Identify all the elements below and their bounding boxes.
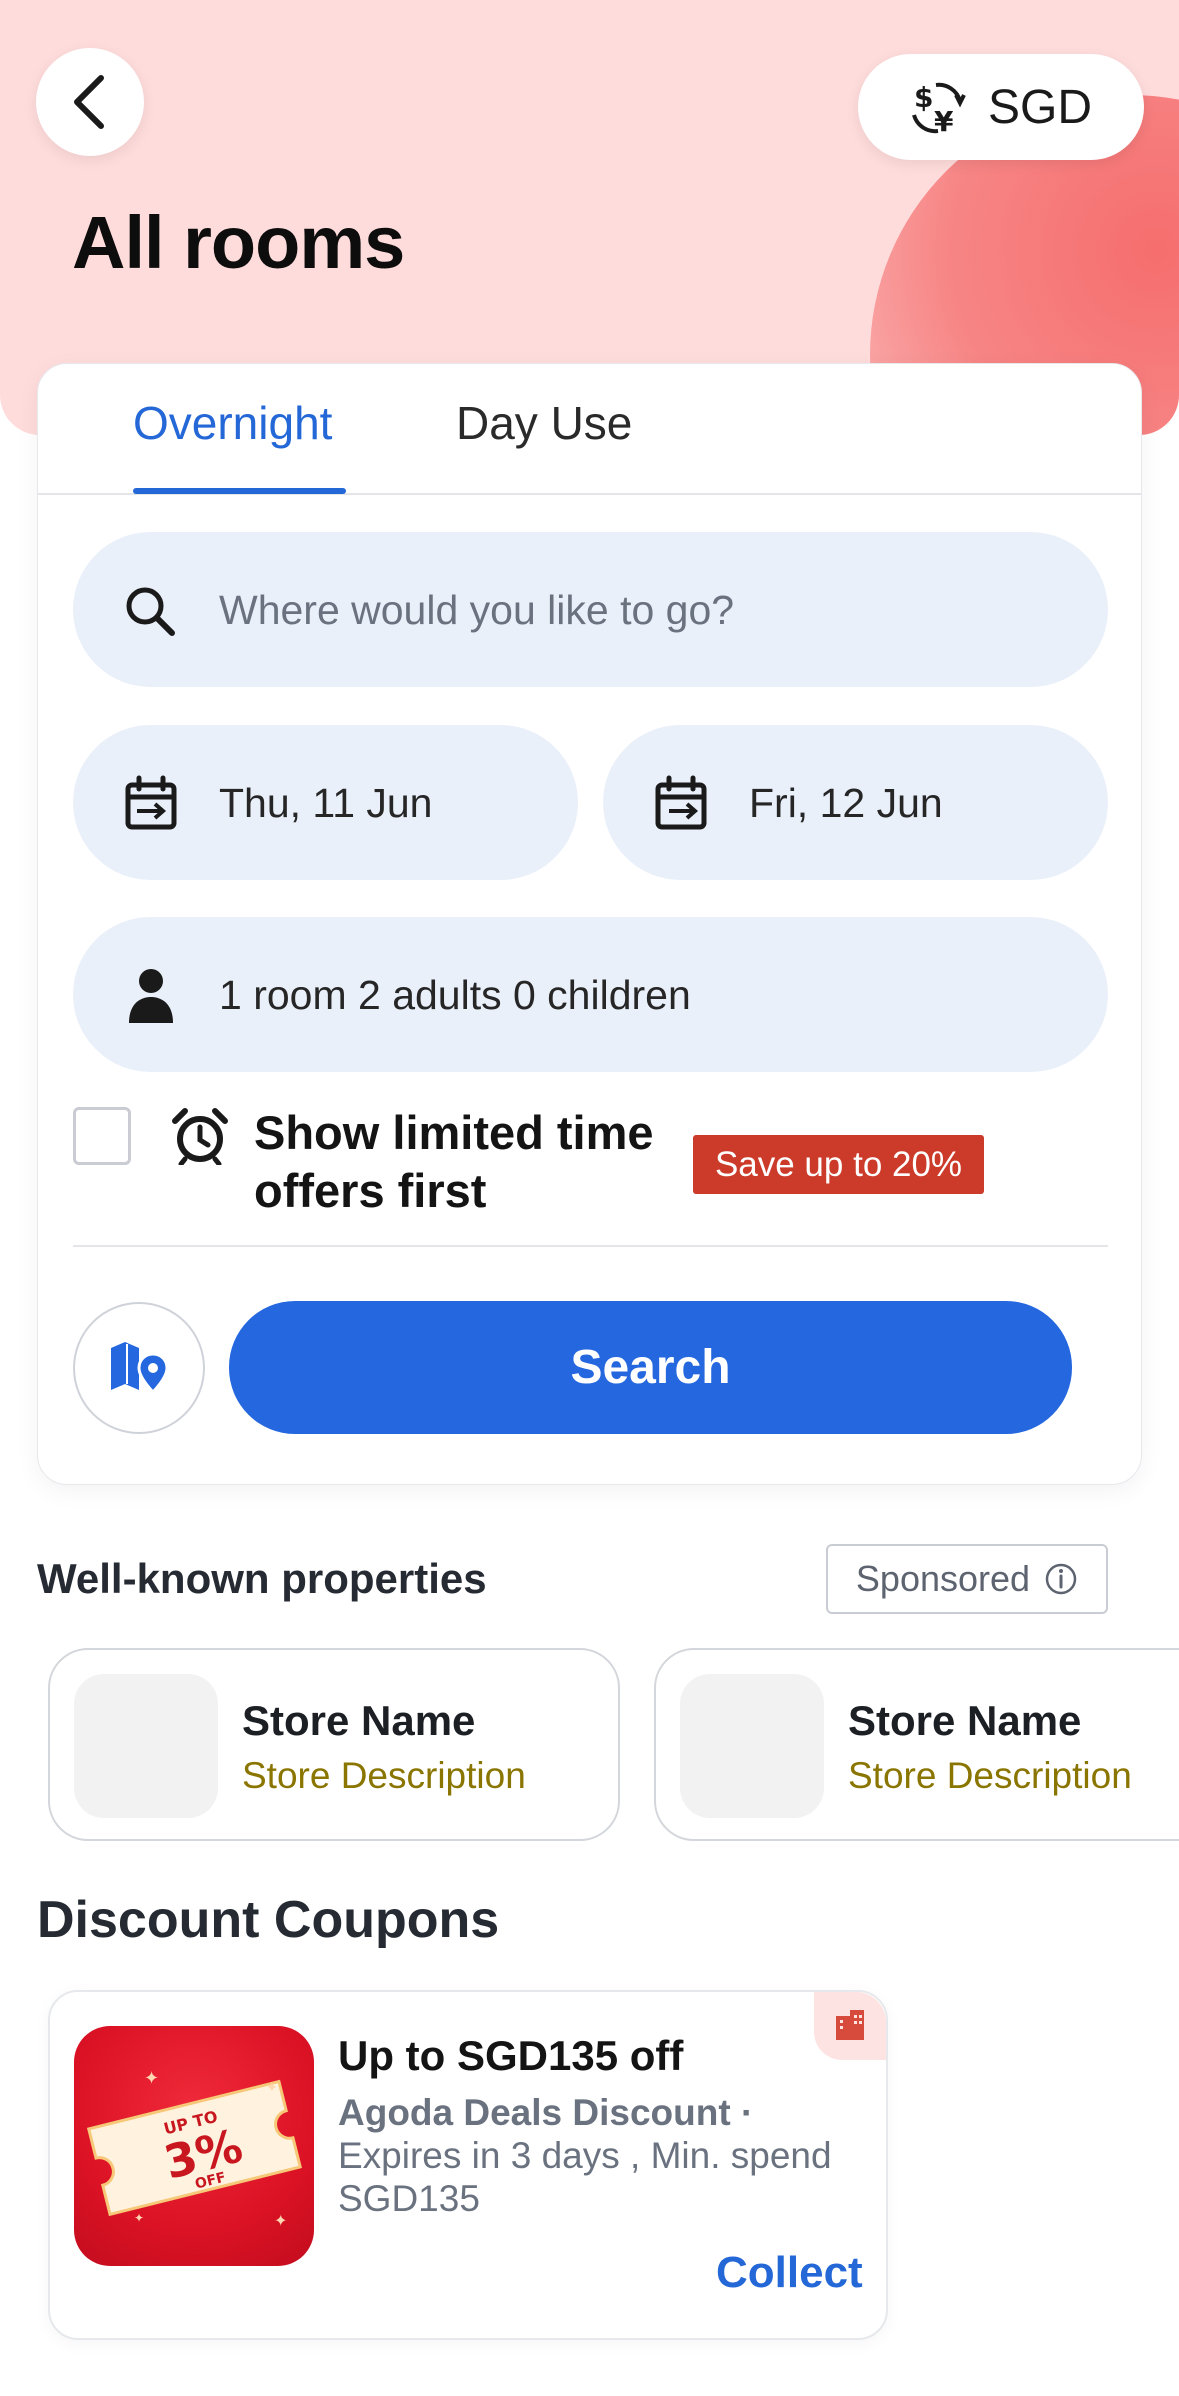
store-name: Store Name (242, 1697, 476, 1744)
tab-day-use[interactable]: Day Use (456, 396, 632, 450)
currency-button[interactable]: $ ¥ SGD (858, 54, 1144, 160)
limited-offers-checkbox[interactable] (73, 1107, 131, 1165)
checkin-date: Thu, 11 Jun (219, 780, 433, 826)
coupon-ticket-image: UP TO 3% OFF ✦ ✦ ✦ ✦ (74, 2026, 314, 2266)
occupancy-field[interactable]: 1 room 2 adults 0 children (73, 917, 1108, 1072)
coupon-provider: Agoda Deals Discount · (338, 2092, 754, 2133)
store-thumbnail (680, 1674, 824, 1818)
map-button[interactable] (73, 1302, 205, 1434)
tab-bar: Overnight Day Use (38, 364, 1141, 495)
currency-label: SGD (987, 80, 1092, 134)
back-button[interactable] (36, 48, 144, 156)
store-card[interactable]: Store Name Store Description (48, 1648, 620, 1841)
coupon-terms: Expires in 3 days , Min. spend SGD135 (338, 2135, 832, 2219)
svg-text:✦: ✦ (134, 2211, 144, 2225)
svg-text:$: $ (914, 81, 933, 114)
store-description: Store Description (848, 1755, 1132, 1796)
coupon-type-badge (814, 1992, 886, 2060)
store-description: Store Description (242, 1755, 526, 1796)
divider (73, 1245, 1108, 1247)
sponsored-label: Sponsored (855, 1558, 1031, 1599)
store-name: Store Name (848, 1697, 1082, 1744)
svg-text:✦: ✦ (266, 2079, 278, 2095)
calendar-checkin-icon (123, 775, 179, 831)
svg-text:✦: ✦ (274, 2213, 287, 2230)
search-card: Overnight Day Use Where would you like t… (37, 363, 1142, 1485)
limited-offers-label: Show limited time offers first (254, 1106, 654, 1217)
store-thumbnail (74, 1674, 218, 1818)
tab-overnight[interactable]: Overnight (133, 396, 332, 450)
page-title: All rooms (72, 201, 405, 284)
person-icon (127, 967, 175, 1023)
destination-search-field[interactable]: Where would you like to go? (73, 532, 1108, 687)
discount-coupons-title: Discount Coupons (37, 1891, 500, 1949)
coupon-title: Up to SGD135 off (338, 2032, 684, 2079)
search-button[interactable]: Search (229, 1301, 1072, 1434)
calendar-checkout-icon (653, 775, 709, 831)
save-badge: Save up to 20% (693, 1135, 984, 1194)
occupancy-value: 1 room 2 adults 0 children (219, 972, 691, 1018)
collect-button[interactable]: Collect (716, 2248, 863, 2298)
well-known-properties-title: Well-known properties (37, 1555, 487, 1602)
svg-text:✦: ✦ (144, 2068, 159, 2088)
coupon-card[interactable]: UP TO 3% OFF ✦ ✦ ✦ ✦ Up to SGD135 off Ag… (48, 1990, 888, 2340)
hotel-building-icon (836, 2010, 864, 2040)
alarm-clock-icon (171, 1107, 229, 1170)
sponsored-badge[interactable]: Sponsored (826, 1544, 1108, 1614)
checkout-date: Fri, 12 Jun (749, 780, 943, 826)
active-tab-indicator (133, 488, 346, 494)
chevron-left-icon (74, 75, 104, 129)
checkin-date-field[interactable]: Thu, 11 Jun (73, 725, 578, 880)
info-icon (1045, 1563, 1077, 1595)
currency-exchange-icon: $ ¥ (912, 81, 966, 137)
map-pin-icon (111, 1342, 169, 1395)
store-card[interactable]: Store Name Store Description (654, 1648, 1179, 1841)
search-icon (123, 584, 177, 638)
search-input[interactable]: Where would you like to go? (219, 587, 734, 634)
checkout-date-field[interactable]: Fri, 12 Jun (603, 725, 1108, 880)
